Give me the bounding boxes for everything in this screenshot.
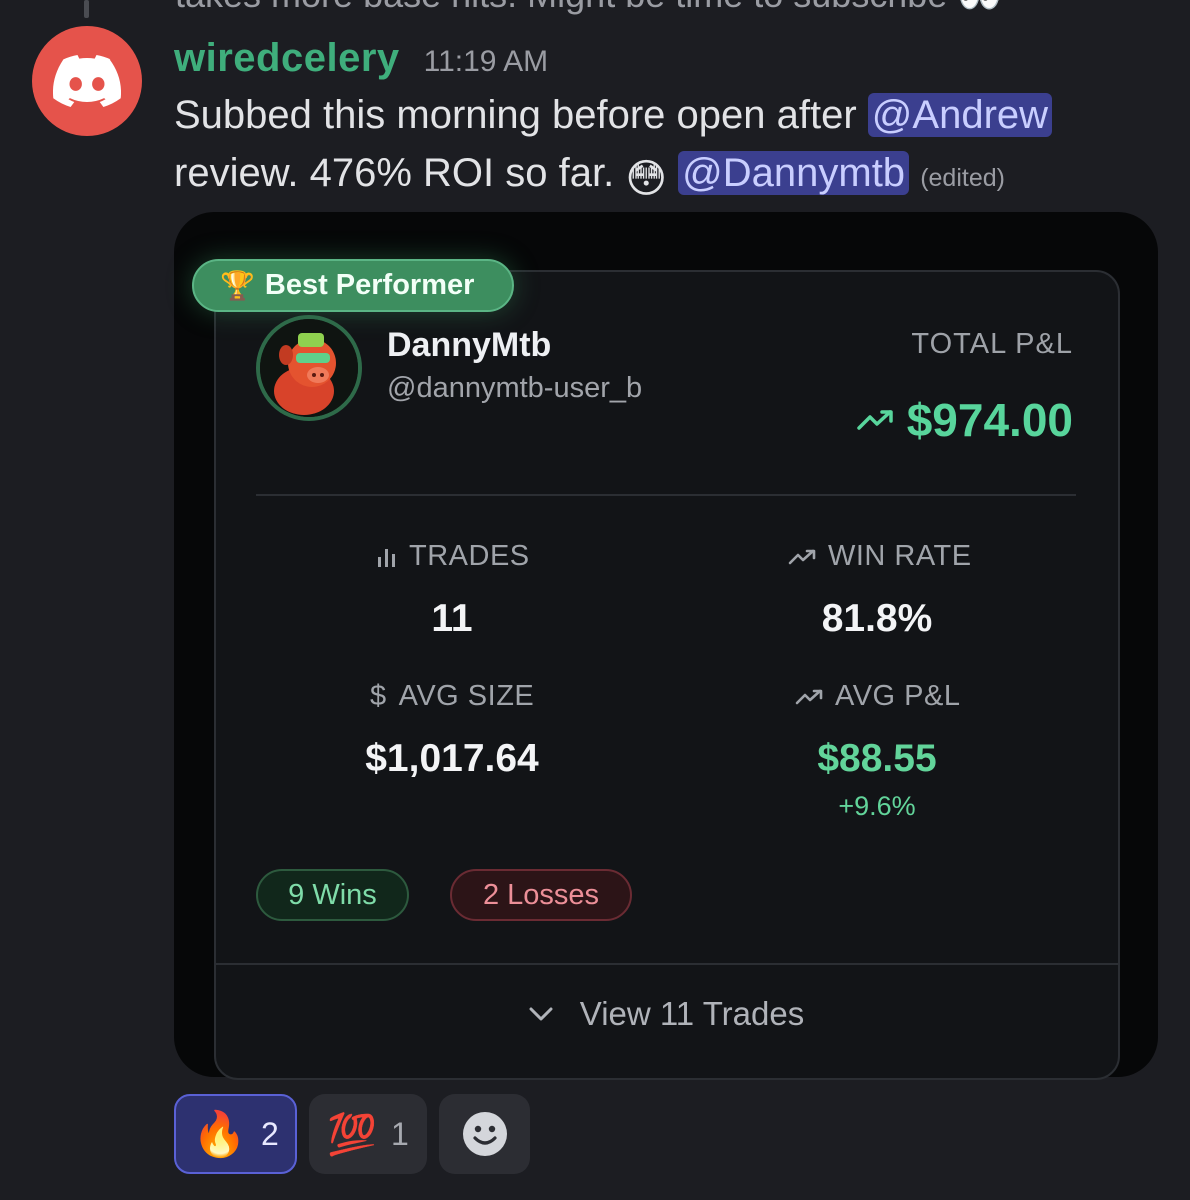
thread-connector [84, 0, 89, 18]
mention-dannymtb[interactable]: @Dannymtb [678, 151, 910, 195]
message-timestamp: 11:19 AM [423, 45, 549, 78]
message-header: wiredcelery 11:19 AM [174, 36, 548, 81]
trades-label: TRADES [409, 540, 530, 572]
total-pnl-value: $974.00 [906, 394, 1073, 446]
trader-name: DannyMtb [387, 326, 552, 364]
chevron-down-icon [529, 1007, 553, 1021]
add-reaction-icon [462, 1112, 507, 1156]
avg-size-label: AVG SIZE [398, 680, 535, 712]
view-trades-label: View 11 Trades [579, 995, 805, 1032]
hundred-points-icon: 💯 [327, 1112, 377, 1157]
trades-value: 11 [431, 597, 473, 640]
edited-marker: (edited) [920, 164, 1005, 192]
badge-label: Best Performer [264, 269, 475, 301]
reaction-count: 1 [391, 1115, 409, 1152]
trending-up-icon [856, 410, 893, 430]
avg-pnl-label-group: AVG P&L [795, 680, 960, 713]
total-pnl: $974.00 [856, 393, 1073, 447]
win-rate-label-group: WIN RATE [788, 540, 972, 573]
author-name[interactable]: wiredcelery [174, 36, 400, 81]
previous-message-text: takes more base hits. Might be time to s… [175, 0, 1002, 16]
trophy-icon: 🏆 [220, 270, 255, 301]
message-content: Subbed this morning before open after @A… [174, 86, 1134, 208]
avg-size-label-group: $ AVG SIZE [370, 680, 534, 713]
avg-pnl-label: AVG P&L [835, 680, 961, 712]
card-divider [256, 494, 1076, 496]
wins-pill: 9 Wins [256, 869, 409, 921]
trader-handle: @dannymtb-user_b [387, 372, 643, 404]
discord-avatar[interactable] [32, 26, 142, 136]
avg-pnl-value: $88.55 [817, 737, 937, 780]
reaction-hundred[interactable]: 💯 1 [309, 1094, 427, 1174]
reaction-fire[interactable]: 🔥 2 [174, 1094, 297, 1174]
discord-logo-icon [53, 55, 121, 107]
win-rate-label: WIN RATE [828, 540, 972, 572]
trending-up-icon [795, 689, 823, 704]
best-performer-badge: 🏆 Best Performer [192, 259, 514, 312]
dollar-icon: $ [370, 680, 387, 712]
reaction-count: 2 [261, 1115, 279, 1152]
trader-avatar [256, 315, 362, 421]
bar-chart-icon [378, 548, 395, 567]
win-rate-value: 81.8% [821, 597, 933, 640]
fire-icon: 🔥 [192, 1110, 247, 1159]
flushed-emoji: 😳 [625, 157, 668, 201]
avg-pnl-percent: +9.6% [838, 791, 916, 821]
view-trades-button[interactable]: View 11 Trades [214, 995, 1118, 1033]
trending-up-icon [788, 549, 816, 564]
total-pnl-label: TOTAL P&L [911, 328, 1073, 360]
mention-andrew[interactable]: @Andrew [867, 93, 1053, 137]
add-reaction-button[interactable] [439, 1094, 530, 1174]
losses-pill: 2 Losses [450, 869, 632, 921]
avg-size-value: $1,017.64 [365, 737, 539, 780]
pig-avatar-icon [260, 319, 358, 417]
card-footer-divider [214, 963, 1118, 965]
message-text-part1: Subbed this morning before open after [174, 93, 868, 137]
trades-label-group: TRADES [377, 540, 530, 573]
message-text-part2: review. 476% ROI so far. [174, 151, 626, 195]
